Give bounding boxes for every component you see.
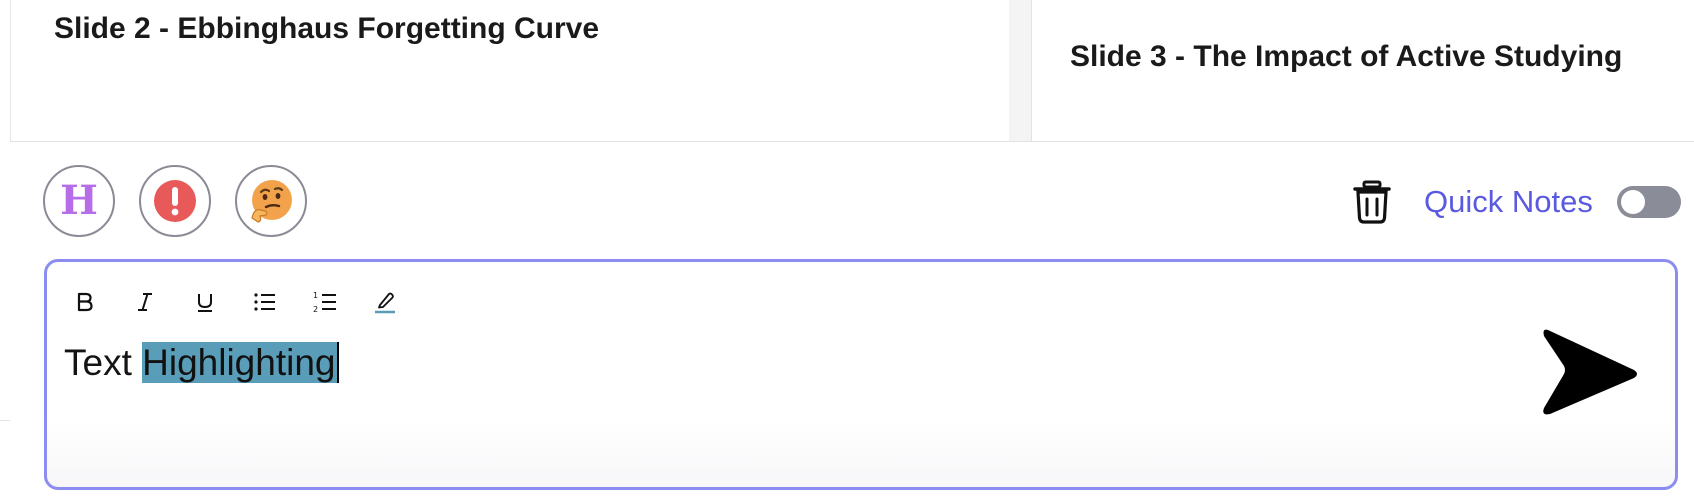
divider: [0, 420, 10, 421]
slide-card-2[interactable]: Slide 2 - Ebbinghaus Forgetting Curve: [11, 0, 1009, 141]
slide-title: Slide 3 - The Impact of Active Studying: [1070, 40, 1623, 73]
delete-button[interactable]: [1352, 180, 1392, 224]
bold-icon: [77, 292, 93, 312]
editor-text: Text: [64, 342, 143, 383]
svg-text:1: 1: [313, 291, 318, 300]
bold-button[interactable]: [68, 285, 102, 319]
underline-icon: [198, 294, 212, 312]
exclamation-icon: [154, 180, 196, 222]
numbered-list-icon: 1 2: [313, 291, 336, 314]
highlighter-icon: [375, 292, 395, 314]
important-reaction-button[interactable]: [139, 165, 211, 237]
selected-text: Highlighting: [142, 342, 339, 383]
send-arrow-icon: [1543, 329, 1637, 415]
send-button[interactable]: [1538, 326, 1640, 420]
confused-reaction-button[interactable]: [235, 165, 307, 237]
trash-icon: [1353, 180, 1391, 224]
toggle-knob: [1621, 190, 1645, 214]
slide-divider: [1009, 0, 1031, 141]
svg-text:2: 2: [313, 305, 318, 314]
slide-title: Slide 2 - Ebbinghaus Forgetting Curve: [54, 12, 600, 45]
italic-button[interactable]: [128, 285, 162, 319]
underline-button[interactable]: [188, 285, 222, 319]
editor-content[interactable]: Text Highlighting: [64, 340, 339, 386]
highlight-reaction-button[interactable]: H: [43, 165, 115, 237]
numbered-list-button[interactable]: 1 2: [308, 285, 342, 319]
slide-card-3[interactable]: Slide 3 - The Impact of Active Studying: [1031, 0, 1694, 141]
bullet-list-icon: [254, 293, 275, 311]
thinking-face-icon: [251, 180, 292, 223]
quick-notes-label: Quick Notes: [1424, 184, 1593, 219]
highlight-button[interactable]: [368, 285, 402, 319]
highlight-h-icon: H: [60, 177, 98, 224]
italic-icon: [138, 293, 152, 311]
quick-notes-toggle[interactable]: [1617, 186, 1681, 218]
bullet-list-button[interactable]: [248, 285, 282, 319]
notes-page: Slide 2 - Ebbinghaus Forgetting Curve Sl…: [0, 0, 1694, 504]
